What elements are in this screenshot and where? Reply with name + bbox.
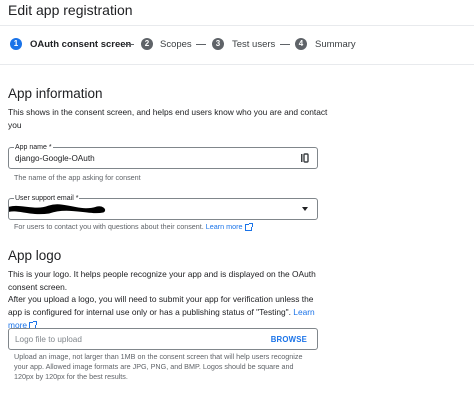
app-name-helper: The name of the app asking for consent [14, 173, 141, 182]
step-oauth-consent-screen[interactable]: OAuth consent screen [30, 39, 131, 50]
step-3-badge: 3 [212, 38, 224, 50]
step-1-badge: 1 [10, 38, 22, 50]
support-email-learn-more-link[interactable]: Learn more [205, 222, 253, 231]
app-name-label: App name * [14, 143, 53, 152]
app-logo-description-2-text: After you upload a logo, you will need t… [8, 294, 314, 317]
step-4-badge: 4 [295, 38, 307, 50]
header-divider [0, 25, 474, 26]
app-logo-description-1: This is your logo. It helps people recog… [8, 269, 316, 292]
logo-upload-placeholder: Logo file to upload [15, 335, 82, 344]
stepper: 1 OAuth consent screen 2 Scopes 3 Test u… [0, 36, 474, 54]
learn-more-label: Learn more [205, 222, 243, 231]
app-name-field[interactable]: App name * django-Google-OAuth [8, 143, 318, 169]
step-connector [280, 44, 290, 45]
step-summary[interactable]: Summary [315, 39, 356, 50]
page-title: Edit app registration [8, 2, 133, 18]
chevron-down-icon[interactable] [302, 207, 308, 211]
step-connector [196, 44, 206, 45]
step-test-users[interactable]: Test users [232, 39, 275, 50]
browse-button[interactable]: BROWSE [271, 335, 307, 344]
app-logo-description-2: After you upload a logo, you will need t… [8, 293, 323, 332]
password-manager-icon[interactable] [301, 153, 309, 163]
logo-upload-field[interactable]: Logo file to upload BROWSE [8, 328, 318, 350]
logo-upload-helper: Upload an image, not larger than 1MB on … [14, 352, 303, 381]
step-connector [124, 44, 134, 45]
support-email-helper: For users to contact you with questions … [14, 222, 253, 231]
open-in-new-icon [244, 222, 253, 231]
support-email-select[interactable]: User support email * [8, 194, 318, 220]
support-email-helper-text: For users to contact you with questions … [14, 222, 204, 231]
step-scopes[interactable]: Scopes [160, 39, 192, 50]
app-name-value: django-Google-OAuth [15, 154, 95, 163]
stepper-divider [0, 64, 474, 65]
app-logo-heading: App logo [8, 248, 62, 263]
app-information-heading: App information [8, 86, 103, 101]
app-information-description: This shows in the consent screen, and he… [8, 107, 328, 130]
step-2-badge: 2 [141, 38, 153, 50]
redaction-scribble-icon [9, 204, 106, 215]
